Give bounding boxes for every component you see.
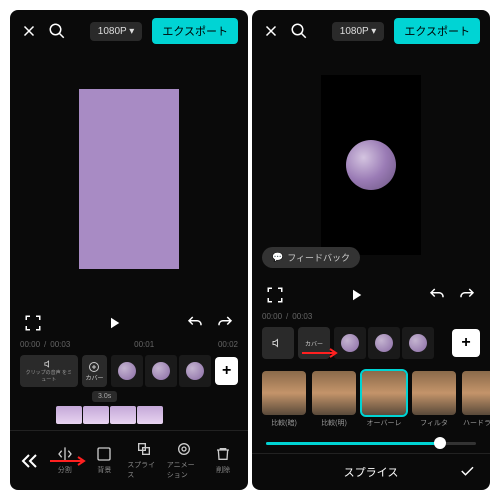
undo-icon[interactable] xyxy=(428,286,446,304)
time-total: 00:03 xyxy=(50,340,70,349)
fullscreen-icon[interactable] xyxy=(24,314,42,332)
mute-button[interactable] xyxy=(262,327,294,359)
search-icon[interactable] xyxy=(48,22,66,40)
blend-overlay[interactable]: オーバーレ xyxy=(362,371,406,428)
close-icon[interactable] xyxy=(20,22,38,40)
preview-area: 💬 フィードバック xyxy=(252,52,490,278)
blend-hardlight[interactable]: ハードライト xyxy=(462,371,490,428)
search-icon[interactable] xyxy=(290,22,308,40)
feedback-button[interactable]: 💬 フィードバック xyxy=(262,247,360,268)
clip-thumb[interactable] xyxy=(111,355,143,387)
export-button[interactable]: エクスポート xyxy=(394,18,480,44)
add-clip-button[interactable]: + xyxy=(215,357,238,385)
clip-track[interactable] xyxy=(111,355,211,387)
duration-tag: 3.0s xyxy=(92,391,117,402)
mute-button[interactable]: クリップの音声 をミュート xyxy=(20,355,78,387)
resolution-select[interactable]: 1080P ▾ xyxy=(332,22,385,41)
nav-background[interactable]: 背景 xyxy=(88,446,122,475)
clip-thumb[interactable] xyxy=(368,327,400,359)
blend-darken[interactable]: 比較(暗) xyxy=(262,371,306,428)
nav-animation[interactable]: アニメーション xyxy=(167,441,201,480)
time-current: 00:00 xyxy=(262,312,282,321)
export-button[interactable]: エクスポート xyxy=(152,18,238,44)
tutorial-arrow xyxy=(50,456,90,466)
blend-lighten[interactable]: 比較(明) xyxy=(312,371,356,428)
preview-area xyxy=(10,52,248,306)
intensity-slider[interactable] xyxy=(266,442,476,445)
clip-thumb[interactable] xyxy=(179,355,211,387)
undo-icon[interactable] xyxy=(186,314,204,332)
time-sep: / xyxy=(44,340,46,349)
time-total: 00:03 xyxy=(292,312,312,321)
fullscreen-icon[interactable] xyxy=(266,286,284,304)
clip-track[interactable] xyxy=(334,327,448,359)
clip-thumb[interactable] xyxy=(402,327,434,359)
tutorial-arrow xyxy=(302,348,342,358)
redo-icon[interactable] xyxy=(216,314,234,332)
clip-thumb[interactable] xyxy=(145,355,177,387)
close-icon[interactable] xyxy=(262,22,280,40)
add-clip-button[interactable]: + xyxy=(452,329,480,357)
play-icon[interactable] xyxy=(105,314,123,332)
blend-filter[interactable]: フィルタ xyxy=(412,371,456,428)
confirm-icon[interactable] xyxy=(458,462,476,483)
nav-splice[interactable]: スプライス xyxy=(127,441,161,480)
time-current: 00:00 xyxy=(20,340,40,349)
play-icon[interactable] xyxy=(347,286,365,304)
moon-image xyxy=(346,140,396,190)
canvas[interactable] xyxy=(321,75,421,255)
overlay-track[interactable] xyxy=(56,406,238,424)
cover-button[interactable]: カバー xyxy=(82,355,108,387)
blend-modes: 比較(暗) 比較(明) オーバーレ フィルタ ハードライト xyxy=(252,365,490,434)
back-icon[interactable] xyxy=(18,449,42,473)
redo-icon[interactable] xyxy=(458,286,476,304)
resolution-select[interactable]: 1080P ▾ xyxy=(90,22,143,41)
panel-title: スプライス xyxy=(344,464,399,480)
canvas[interactable] xyxy=(79,89,179,269)
nav-delete[interactable]: 削除 xyxy=(206,446,240,475)
